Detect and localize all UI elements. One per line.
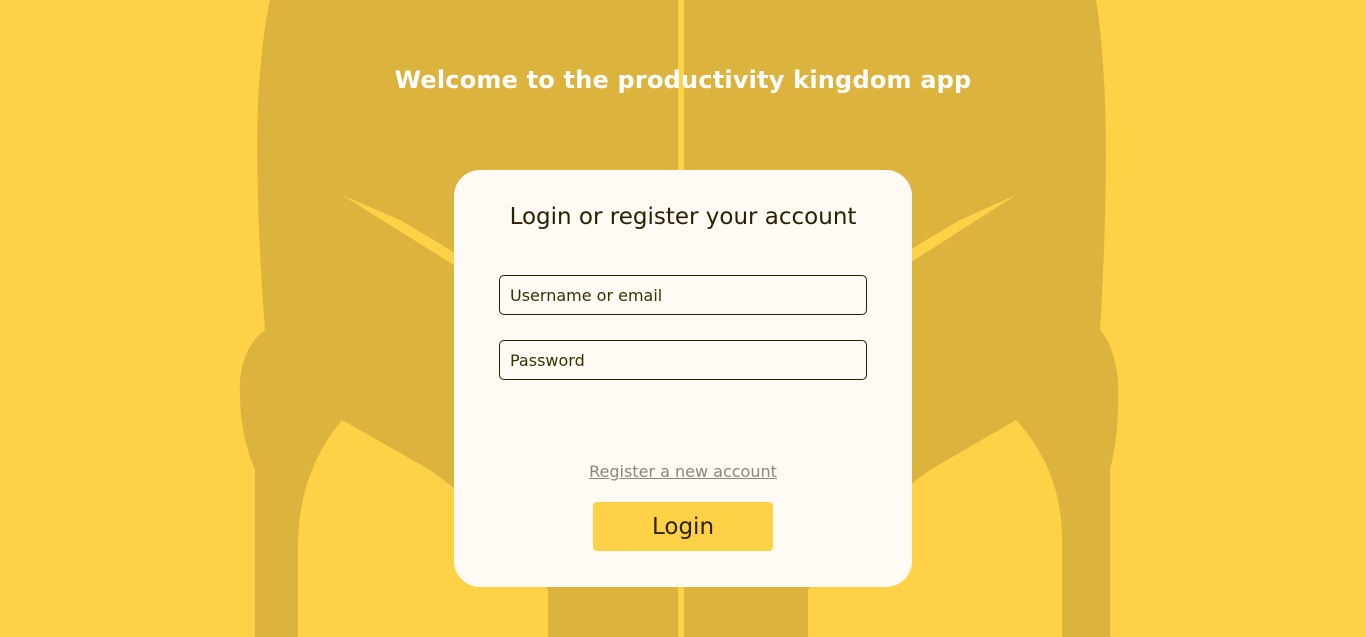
welcome-title: Welcome to the productivity kingdom app [394, 66, 972, 95]
username-input[interactable] [499, 275, 867, 315]
login-card: Login or register your account Register … [454, 170, 912, 587]
password-input[interactable] [499, 340, 867, 380]
register-link[interactable]: Register a new account [454, 462, 912, 481]
login-button[interactable]: Login [593, 502, 773, 551]
login-card-title: Login or register your account [509, 204, 857, 230]
